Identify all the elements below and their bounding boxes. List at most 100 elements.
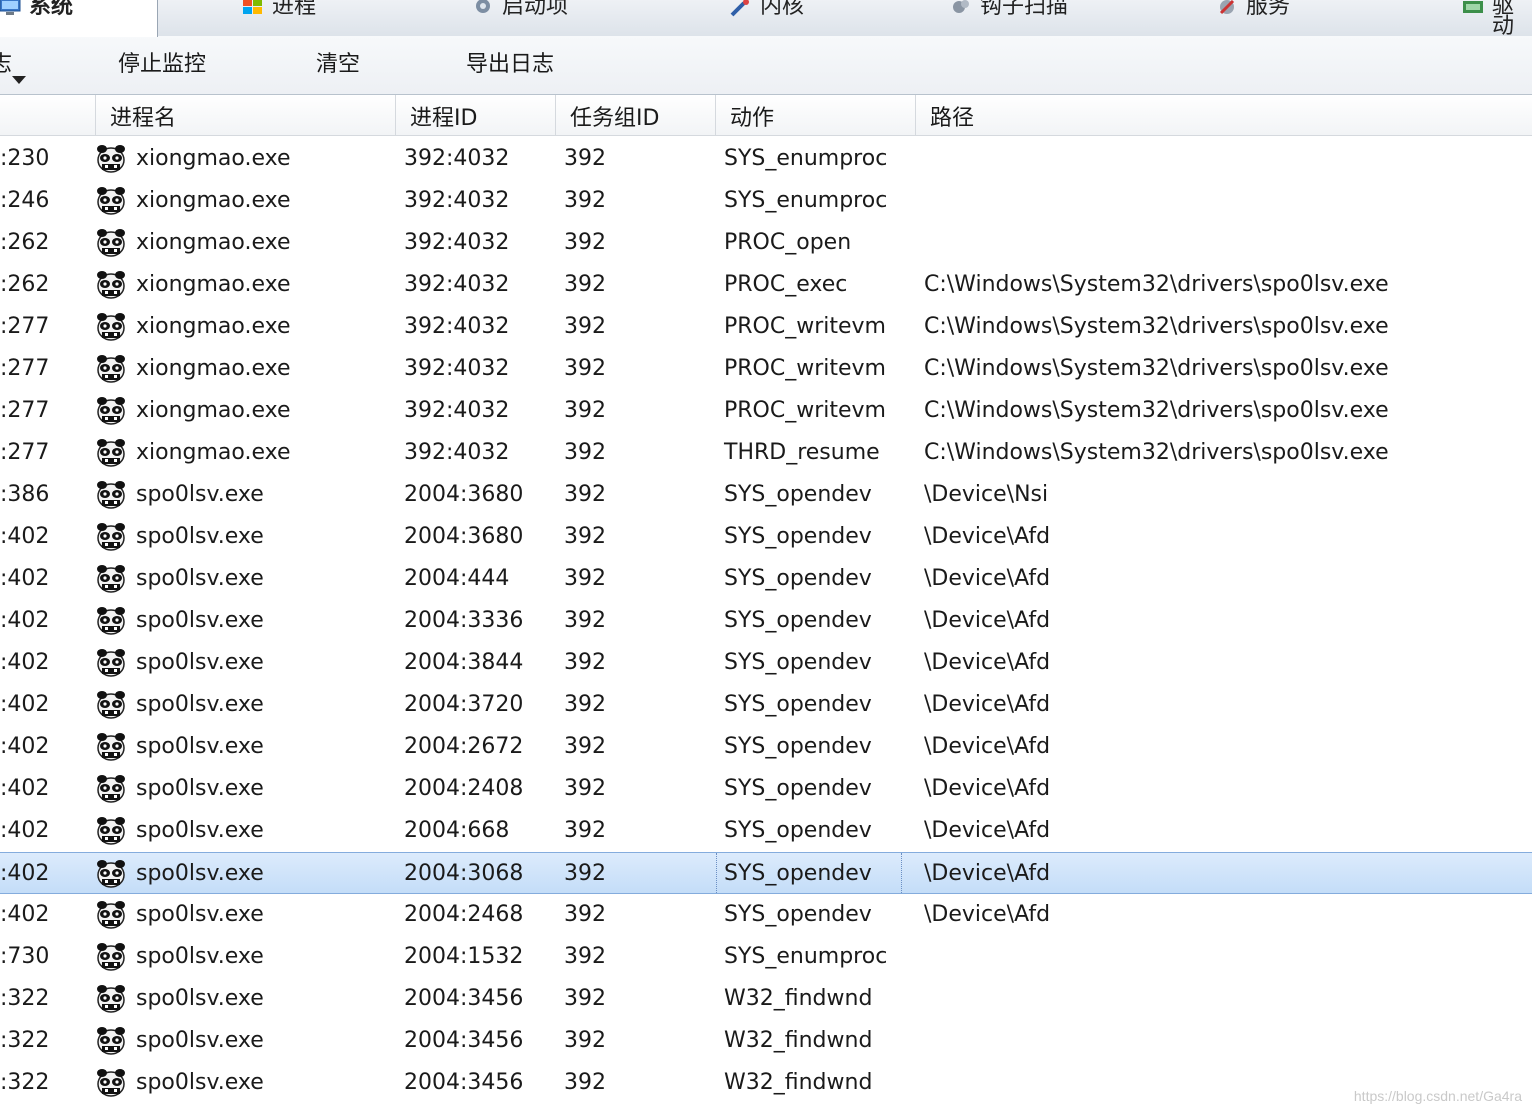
pid-cell: 392:4032 — [404, 356, 510, 381]
action-cell: SYS_enumproc — [724, 146, 888, 171]
path-cell: \Device\Afd — [924, 692, 1051, 717]
table-row[interactable]: 7:402 spo0lsv.exe 2004:3720 392 SYS_opendev \… — [0, 684, 1532, 726]
clear-button[interactable]: 清空 — [316, 50, 360, 80]
tab-process[interactable]: 进程 — [242, 0, 316, 34]
path-cell: \Device\Afd — [924, 776, 1051, 801]
action-cell: SYS_opendev — [724, 734, 872, 759]
time-cell: 7:386 — [0, 482, 50, 507]
tab-kernel[interactable]: 内核 — [730, 0, 804, 34]
group-id-cell: 392 — [564, 608, 606, 633]
path-cell: \Device\Nsi — [924, 482, 1049, 507]
action-cell: SYS_opendev — [724, 524, 872, 549]
tab-startup[interactable]: 启动项 — [472, 0, 568, 34]
process-name-cell: spo0lsv.exe — [136, 482, 264, 507]
process-name-cell: spo0lsv.exe — [136, 1070, 264, 1095]
table-row[interactable]: 7:277 xiongmao.exe 392:4032 392 PROC_writevm… — [0, 348, 1532, 390]
panda-process-icon — [96, 564, 126, 594]
process-name-cell: xiongmao.exe — [136, 440, 291, 465]
table-row[interactable]: 7:402 spo0lsv.exe 2004:2672 392 SYS_opendev \… — [0, 726, 1532, 768]
export-log-button[interactable]: 导出日志 — [466, 50, 554, 80]
table-row[interactable]: 8:322 spo0lsv.exe 2004:3456 392 W32_findwnd — [0, 978, 1532, 1020]
panda-process-icon — [96, 1068, 126, 1098]
column-header-action[interactable]: 动作 — [715, 95, 915, 135]
tab-hook-scan[interactable]: 钩子扫描 — [950, 0, 1068, 34]
time-cell: 7:277 — [0, 440, 50, 465]
table-row[interactable]: 7:402 spo0lsv.exe 2004:2408 392 SYS_opendev \… — [0, 768, 1532, 810]
tab-label: 内核 — [760, 0, 805, 19]
table-row[interactable]: 7:230 xiongmao.exe 392:4032 392 SYS_enumproc — [0, 138, 1532, 180]
action-cell: SYS_opendev — [716, 853, 902, 893]
table-row[interactable]: 7:277 xiongmao.exe 392:4032 392 PROC_writevm… — [0, 306, 1532, 348]
action-cell: SYS_opendev — [724, 650, 872, 675]
table-row[interactable]: 8:322 spo0lsv.exe 2004:3456 392 W32_findwnd — [0, 1020, 1532, 1062]
column-header-path[interactable]: 路径 — [915, 95, 1532, 135]
tab-label: 驱动 — [1492, 0, 1515, 39]
stop-monitor-button[interactable]: 停止监控 — [118, 50, 206, 80]
action-cell: SYS_opendev — [724, 566, 872, 591]
panda-process-icon — [96, 984, 126, 1014]
table-row[interactable]: 7:402 spo0lsv.exe 2004:2468 392 SYS_opendev \… — [0, 894, 1532, 936]
pid-cell: 2004:3456 — [404, 1028, 524, 1053]
time-cell: 8:322 — [0, 986, 50, 1011]
column-header-time[interactable] — [0, 95, 95, 135]
watermark: https://blog.csdn.net/Ga4ra — [1353, 1088, 1522, 1104]
column-header-pid[interactable]: 进程ID — [395, 95, 555, 135]
panda-process-icon — [96, 480, 126, 510]
table-row[interactable]: 7:730 spo0lsv.exe 2004:1532 392 SYS_enumproc — [0, 936, 1532, 978]
tools-icon — [730, 0, 752, 17]
table-row[interactable]: 7:402 spo0lsv.exe 2004:444 392 SYS_opendev \D… — [0, 558, 1532, 600]
action-cell: W32_findwnd — [724, 986, 873, 1011]
table-row[interactable]: 7:402 spo0lsv.exe 2004:3680 392 SYS_opendev \… — [0, 516, 1532, 558]
panda-process-icon — [96, 816, 126, 846]
system-icon — [0, 0, 21, 16]
panda-process-icon — [96, 690, 126, 720]
table-row[interactable]: 7:386 spo0lsv.exe 2004:3680 392 SYS_opendev \… — [0, 474, 1532, 516]
path-cell: \Device\Afd — [924, 734, 1051, 759]
table-row[interactable]: 7:402 spo0lsv.exe 2004:3336 392 SYS_opendev \… — [0, 600, 1532, 642]
group-id-cell: 392 — [564, 524, 606, 549]
panda-process-icon — [96, 144, 126, 174]
column-header-process-name[interactable]: 进程名 — [95, 95, 395, 135]
tab-system[interactable]: 系统 — [0, 0, 158, 37]
dropdown-button[interactable]: 志 — [0, 50, 34, 84]
pid-cell: 2004:3844 — [404, 650, 524, 675]
pid-cell: 392:4032 — [404, 440, 510, 465]
toolbar: 志 停止监控 清空 导出日志 — [0, 36, 1532, 95]
table-body: 7:230 xiongmao.exe 392:4032 392 SYS_enumproc… — [0, 138, 1532, 1104]
table-row[interactable]: 7:246 xiongmao.exe 392:4032 392 SYS_enumproc — [0, 180, 1532, 222]
time-cell: 7:402 — [0, 818, 50, 843]
tab-driver[interactable]: 驱动 — [1462, 0, 1532, 39]
process-name-cell: xiongmao.exe — [136, 398, 291, 423]
group-id-cell: 392 — [564, 1070, 606, 1095]
table-row[interactable]: 7:402 spo0lsv.exe 2004:3068 392 SYS_opendev \… — [0, 852, 1532, 894]
panda-process-icon — [96, 312, 126, 342]
service-icon — [1216, 0, 1238, 16]
action-cell: SYS_opendev — [724, 482, 872, 507]
pid-cell: 2004:668 — [404, 818, 510, 843]
panda-process-icon — [96, 606, 126, 636]
table-row[interactable]: 7:277 xiongmao.exe 392:4032 392 PROC_writevm… — [0, 390, 1532, 432]
group-id-cell: 392 — [564, 944, 606, 969]
table-row[interactable]: 7:277 xiongmao.exe 392:4032 392 THRD_resume C… — [0, 432, 1532, 474]
table-row[interactable]: 7:402 spo0lsv.exe 2004:668 392 SYS_opendev \D… — [0, 810, 1532, 852]
action-cell: PROC_writevm — [724, 314, 886, 339]
panda-process-icon — [96, 859, 126, 889]
time-cell: 7:262 — [0, 230, 50, 255]
time-cell: 7:402 — [0, 734, 50, 759]
table-row[interactable]: 8:322 spo0lsv.exe 2004:3456 392 W32_findwnd — [0, 1062, 1532, 1104]
time-cell: 7:402 — [0, 692, 50, 717]
tab-service[interactable]: 服务 — [1216, 0, 1290, 34]
dropdown-label-fragment: 志 — [0, 52, 13, 77]
group-id-cell: 392 — [564, 861, 606, 886]
process-name-cell: xiongmao.exe — [136, 356, 291, 381]
time-cell: 7:402 — [0, 524, 50, 549]
table-row[interactable]: 7:402 spo0lsv.exe 2004:3844 392 SYS_opendev \… — [0, 642, 1532, 684]
process-name-cell: spo0lsv.exe — [136, 524, 264, 549]
process-name-cell: spo0lsv.exe — [136, 944, 264, 969]
pid-cell: 2004:3336 — [404, 608, 524, 633]
process-name-cell: spo0lsv.exe — [136, 776, 264, 801]
pid-cell: 2004:444 — [404, 566, 510, 591]
table-row[interactable]: 7:262 xiongmao.exe 392:4032 392 PROC_open — [0, 222, 1532, 264]
column-header-group-id[interactable]: 任务组ID — [555, 95, 715, 135]
table-row[interactable]: 7:262 xiongmao.exe 392:4032 392 PROC_exec C:\… — [0, 264, 1532, 306]
